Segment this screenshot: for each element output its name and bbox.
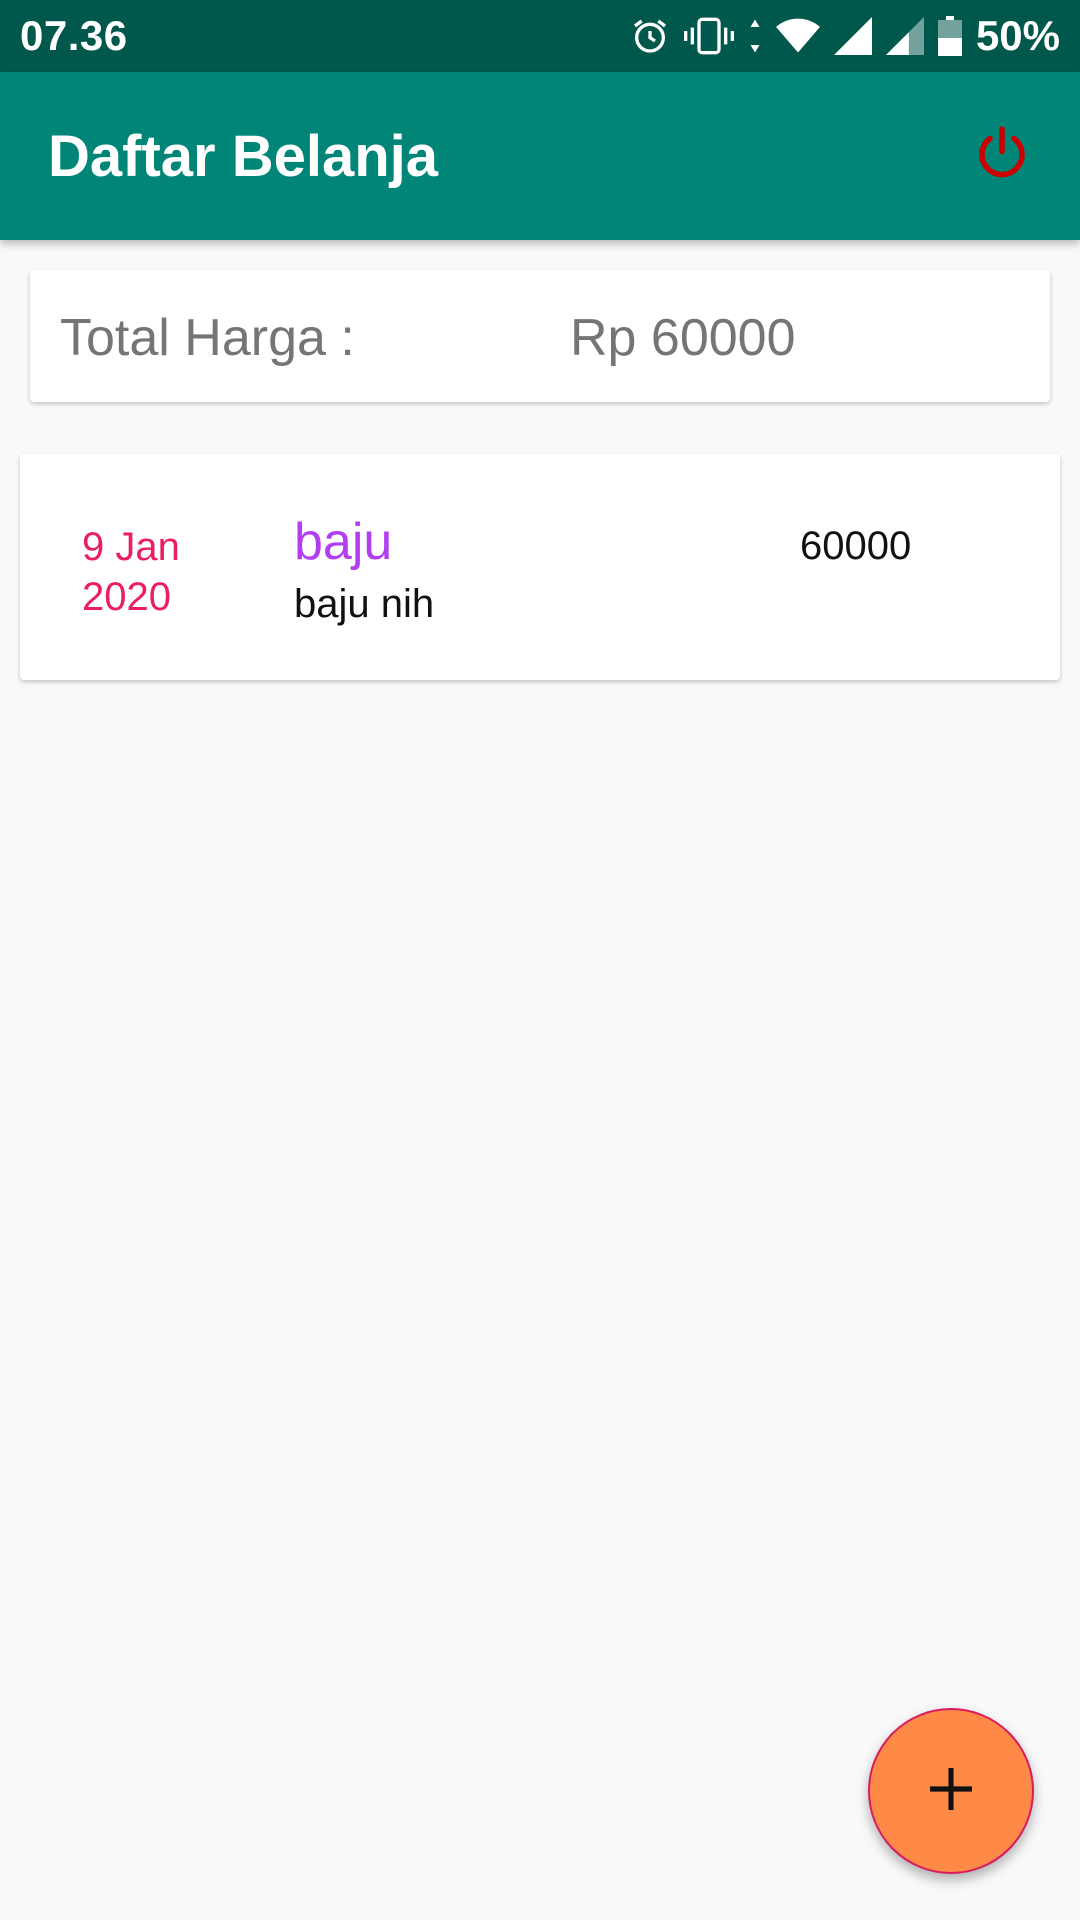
add-item-button[interactable]: [868, 1708, 1034, 1874]
total-label: Total Harga :: [60, 309, 355, 367]
signal-icon-2: [885, 17, 924, 55]
list-item[interactable]: 9 Jan 2020 baju baju nih 60000: [20, 454, 1060, 680]
total-card: Total Harga : Rp 60000: [30, 270, 1050, 402]
item-date: 9 Jan 2020: [82, 525, 180, 619]
item-name: baju: [294, 513, 393, 571]
battery-icon: [937, 16, 962, 56]
status-bar: 07.36 50%: [0, 0, 1080, 72]
power-icon: [972, 124, 1032, 189]
plus-icon: [923, 1761, 979, 1822]
logout-button[interactable]: [966, 120, 1038, 192]
battery-percent: 50%: [975, 12, 1060, 59]
item-description: baju nih: [294, 582, 435, 626]
status-icons: 50%: [630, 12, 1060, 60]
app-title: Daftar Belanja: [48, 123, 439, 189]
wifi-icon: [775, 16, 820, 56]
alarm-icon: [630, 16, 670, 56]
signal-icon: [833, 17, 872, 55]
vibrate-icon: [683, 16, 734, 56]
data-arrows-icon: [748, 18, 762, 54]
app-bar: Daftar Belanja: [0, 72, 1080, 240]
total-value: Rp 60000: [570, 309, 796, 367]
item-price: 60000: [800, 524, 912, 568]
status-time: 07.36: [20, 12, 128, 59]
